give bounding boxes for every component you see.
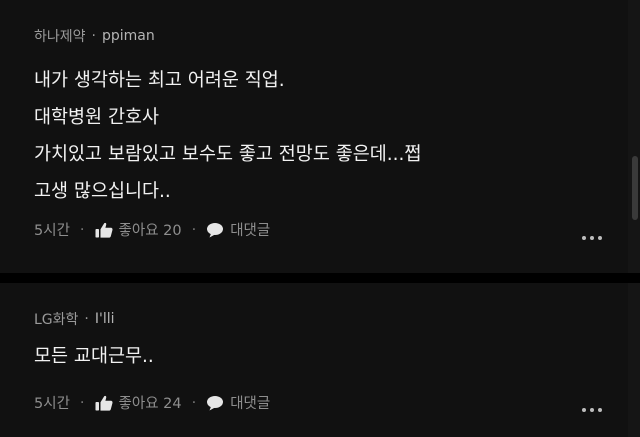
more-horizontal-icon [582, 236, 586, 240]
comment-text-line: 내가 생각하는 최고 어려운 직업. [34, 70, 285, 91]
comment-item: LG화학 · I'lli 모든 교대근무.. 5시간 · 좋아요 24 · 대댓… [0, 283, 628, 437]
separator-dot: · [79, 221, 85, 238]
separator-dot: · [84, 311, 89, 327]
separator-dot: · [191, 221, 197, 238]
comment-item: 하나제약 · ppiman 내가 생각하는 최고 어려운 직업. 대학병원 간호… [0, 0, 628, 273]
like-label: 좋아요 20 [118, 223, 182, 239]
reply-label: 대댓글 [230, 223, 271, 239]
separator-dot: · [91, 28, 96, 44]
more-horizontal-icon [582, 408, 586, 412]
comment-text-line: 모든 교대근무.. [34, 346, 154, 367]
comment-header: LG화학 · I'lli [34, 309, 115, 329]
company-name[interactable]: 하나제약 [34, 26, 86, 46]
more-horizontal-icon [598, 408, 602, 412]
comment-body: 내가 생각하는 최고 어려운 직업. 대학병원 간호사 가치있고 보람있고 보수… [34, 62, 421, 210]
more-horizontal-icon [590, 408, 594, 412]
speech-bubble-icon [207, 222, 224, 237]
more-options-button[interactable] [582, 408, 602, 412]
scrollbar-track[interactable] [628, 0, 640, 437]
reply-button[interactable]: 대댓글 [206, 219, 270, 240]
timestamp: 5시간 [34, 223, 70, 239]
comment-text-line: 고생 많으십니다.. [34, 181, 171, 202]
separator-dot: · [79, 394, 85, 411]
like-button[interactable]: 좋아요 24 [95, 392, 182, 413]
nickname[interactable]: ppiman [102, 28, 155, 44]
comment-header: 하나제약 · ppiman [34, 26, 155, 46]
scrollbar-thumb[interactable] [632, 156, 638, 220]
reply-label: 대댓글 [230, 396, 271, 412]
timestamp: 5시간 [34, 396, 70, 412]
more-horizontal-icon [598, 236, 602, 240]
thumbs-up-icon [95, 395, 113, 411]
reply-button[interactable]: 대댓글 [206, 392, 270, 413]
nickname[interactable]: I'lli [95, 311, 115, 327]
comment-divider [0, 273, 640, 283]
comment-text-line: 가치있고 보람있고 보수도 좋고 전망도 좋은데...쩝 [34, 144, 422, 165]
speech-bubble-icon [207, 395, 224, 410]
like-label: 좋아요 24 [118, 396, 182, 412]
comment-body: 모든 교대근무.. [34, 338, 154, 375]
comment-meta: 5시간 · 좋아요 24 · 대댓글 [34, 392, 270, 413]
thumbs-up-icon [95, 222, 113, 238]
separator-dot: · [191, 394, 197, 411]
like-button[interactable]: 좋아요 20 [95, 219, 182, 240]
more-horizontal-icon [590, 236, 594, 240]
comment-meta: 5시간 · 좋아요 20 · 대댓글 [34, 219, 270, 240]
company-name[interactable]: LG화학 [34, 309, 78, 329]
comment-text-line: 대학병원 간호사 [34, 107, 160, 128]
more-options-button[interactable] [582, 236, 602, 240]
